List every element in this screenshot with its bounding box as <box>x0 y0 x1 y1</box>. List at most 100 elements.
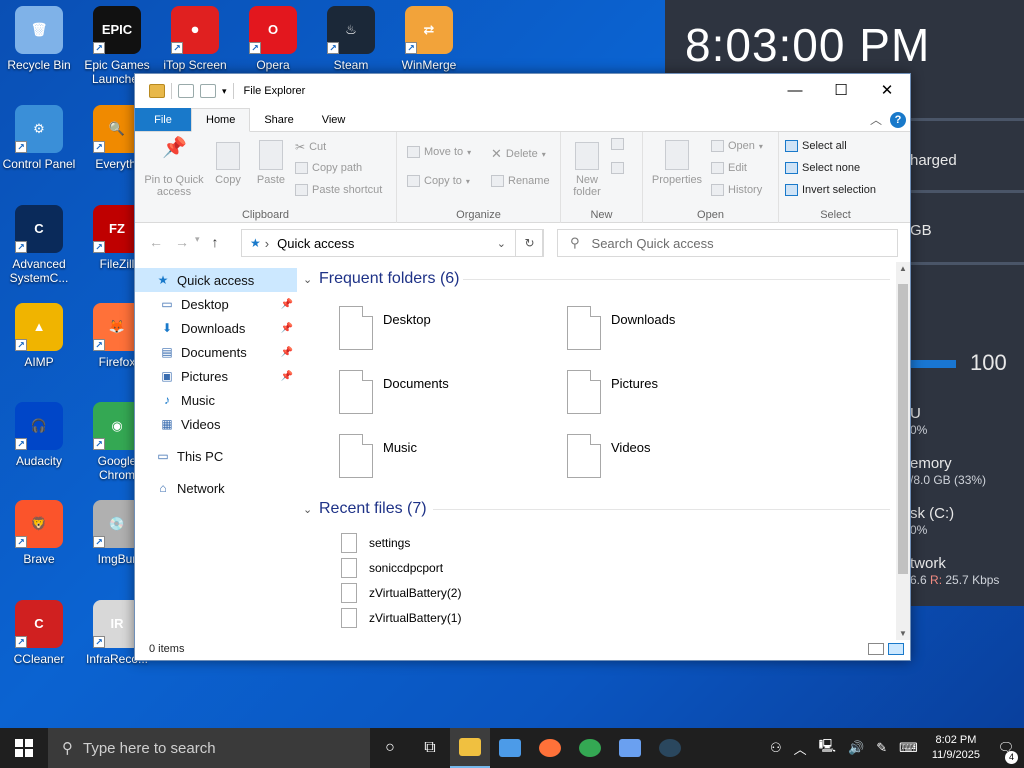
recent-file-item[interactable]: settings <box>303 530 910 555</box>
recent-files-header[interactable]: ⌄ Recent files (7) <box>303 496 910 522</box>
show-hidden-icons-chevron-icon[interactable]: ︿ <box>788 739 813 758</box>
recent-locations-chevron-icon[interactable]: ▾ <box>195 234 200 250</box>
cortana-icon[interactable]: ○ <box>370 728 410 768</box>
customize-toolbar-chevron-icon[interactable]: ▾ <box>222 86 227 97</box>
nav-item-quick-access[interactable]: ★ Quick access <box>135 268 297 292</box>
copy-path-button[interactable]: Copy path <box>295 162 362 174</box>
address-bar[interactable]: ★ › Quick access ⌄ <box>241 229 543 257</box>
vertical-scrollbar[interactable]: ▲ ▼ <box>896 262 910 640</box>
firefox-taskbar-icon[interactable] <box>530 728 570 768</box>
breadcrumb-chevron-icon[interactable]: › <box>265 236 269 251</box>
recent-file-item[interactable]: zVirtualBattery(2) <box>303 580 910 605</box>
delete-button[interactable]: ✕ Delete ▾ <box>491 146 546 162</box>
properties-icon[interactable] <box>178 84 194 98</box>
maximize-button[interactable]: ☐ <box>818 74 864 106</box>
frequent-folder-tile[interactable]: Music <box>339 434 539 482</box>
new-item-button[interactable] <box>611 138 624 150</box>
network-icon[interactable]: 🖳 <box>813 737 842 759</box>
nav-item-desktop[interactable]: ▭ Desktop 📌 <box>135 292 297 316</box>
copy-button[interactable]: Copy <box>211 142 245 186</box>
frequent-folder-tile[interactable]: Pictures <box>567 370 767 418</box>
desktop-icon[interactable]: ⚙ ↗ Control Panel <box>0 105 78 171</box>
open-button[interactable]: Open ▾ <box>711 140 763 152</box>
frequent-folder-tile[interactable]: Videos <box>567 434 767 482</box>
paste-button[interactable]: Paste <box>253 140 289 186</box>
back-arrow-icon[interactable]: ← <box>149 234 163 250</box>
move-to-button[interactable]: Move to ▾ <box>407 146 471 158</box>
help-icon[interactable]: ? <box>890 112 906 128</box>
new-folder-button[interactable]: New folder <box>569 142 605 198</box>
recent-file-item[interactable]: zVirtualBattery(1) <box>303 605 910 630</box>
search-input[interactable]: ⚲ Search Quick access <box>557 229 898 257</box>
desktop-icon[interactable]: ⇄ ↗ WinMerge <box>390 6 468 72</box>
volume-icon[interactable]: 🔊 <box>842 740 870 756</box>
pen-icon[interactable]: ✎ <box>870 740 893 756</box>
nav-item-videos[interactable]: ▦ Videos <box>135 412 297 436</box>
desktop-icon[interactable]: 🎧 ↗ Audacity <box>0 402 78 468</box>
tab-view[interactable]: View <box>308 108 360 131</box>
task-view-icon[interactable]: ⧉ <box>410 728 450 768</box>
recent-file-item[interactable]: soniccdpcport <box>303 555 910 580</box>
desktop-icon[interactable]: 🗑 Recycle Bin <box>0 6 78 72</box>
frequent-folder-tile[interactable]: Documents <box>339 370 539 418</box>
rename-button[interactable]: Rename <box>491 175 550 187</box>
people-icon[interactable]: ⚇ <box>764 740 788 756</box>
nav-item-documents[interactable]: ▤ Documents 📌 <box>135 340 297 364</box>
close-button[interactable]: ✕ <box>864 74 910 106</box>
desktop-icon[interactable]: C ↗ CCleaner <box>0 600 78 666</box>
action-center-button[interactable]: 🗨 4 <box>988 740 1024 764</box>
history-button[interactable]: History <box>711 184 762 196</box>
frequent-folder-tile[interactable]: Downloads <box>567 306 767 354</box>
details-view-icon[interactable] <box>868 643 884 655</box>
up-arrow-icon[interactable]: ↑ <box>212 234 219 250</box>
pin-to-quick-access-button[interactable]: 📌 Pin to Quick access <box>141 138 207 198</box>
nav-item-this-pc[interactable]: ▭ This PC <box>135 444 297 468</box>
copy-to-button[interactable]: Copy to ▾ <box>407 175 470 187</box>
nav-item-pictures[interactable]: ▣ Pictures 📌 <box>135 364 297 388</box>
paste-shortcut-icon <box>295 184 308 196</box>
scroll-down-arrow-icon[interactable]: ▼ <box>896 629 910 638</box>
desktop-icon[interactable]: ▲ ↗ AIMP <box>0 303 78 369</box>
steam-taskbar-icon[interactable] <box>650 728 690 768</box>
forward-arrow-icon[interactable]: → <box>175 234 189 250</box>
large-icons-view-icon[interactable] <box>888 643 904 655</box>
desktop-icon[interactable]: C ↗ Advanced SystemC... <box>0 205 78 285</box>
paste-shortcut-button[interactable]: Paste shortcut <box>295 184 382 196</box>
new-folder-icon[interactable] <box>200 84 216 98</box>
select-none-button[interactable]: Select none <box>785 162 860 174</box>
frequent-folder-tile[interactable]: Desktop <box>339 306 539 354</box>
desktop-icon[interactable]: ⏺ ↗ iTop Screen <box>156 6 234 72</box>
start-button[interactable] <box>0 728 48 768</box>
chrome-taskbar-icon[interactable] <box>570 728 610 768</box>
scroll-up-arrow-icon[interactable]: ▲ <box>896 264 910 273</box>
address-dropdown-chevron-icon[interactable]: ⌄ <box>497 237 506 250</box>
select-all-button[interactable]: Select all <box>785 140 847 152</box>
properties-button[interactable]: Properties <box>649 140 705 186</box>
tab-home[interactable]: Home <box>191 108 251 132</box>
invert-selection-button[interactable]: Invert selection <box>785 184 876 196</box>
cut-button[interactable]: ✂ Cut <box>295 140 326 154</box>
nav-item-network[interactable]: ⌂ Network <box>135 476 297 500</box>
minimize-button[interactable]: — <box>772 74 818 106</box>
tab-file[interactable]: File <box>135 108 191 131</box>
tab-share[interactable]: Share <box>250 108 307 131</box>
microsoft-store-icon[interactable] <box>490 728 530 768</box>
easy-access-button[interactable] <box>611 162 624 174</box>
refresh-button[interactable]: ↻ <box>515 229 544 257</box>
frequent-folders-header[interactable]: ⌄ Frequent folders (6) <box>303 266 910 292</box>
taskbar-clock[interactable]: 8:02 PM 11/9/2025 <box>924 733 988 763</box>
taskbar-search-box[interactable]: ⚲ Type here to search <box>48 728 370 768</box>
keyboard-icon[interactable]: ⌨ <box>893 740 924 756</box>
folder-icon[interactable] <box>149 84 165 98</box>
scrollbar-thumb[interactable] <box>898 284 908 574</box>
desktop-icon[interactable]: 🦁 ↗ Brave <box>0 500 78 566</box>
desktop-icon[interactable]: ♨ ↗ Steam <box>312 6 390 72</box>
windows-logo-icon <box>15 739 33 757</box>
file-explorer-taskbar-icon[interactable] <box>450 728 490 768</box>
app-taskbar-icon[interactable] <box>610 728 650 768</box>
nav-item-downloads[interactable]: ⬇ Downloads 📌 <box>135 316 297 340</box>
desktop-icon[interactable]: O ↗ Opera <box>234 6 312 72</box>
collapse-ribbon-chevron-icon[interactable]: ︿ <box>870 111 882 128</box>
nav-item-music[interactable]: ♪ Music <box>135 388 297 412</box>
edit-button[interactable]: Edit <box>711 162 747 174</box>
